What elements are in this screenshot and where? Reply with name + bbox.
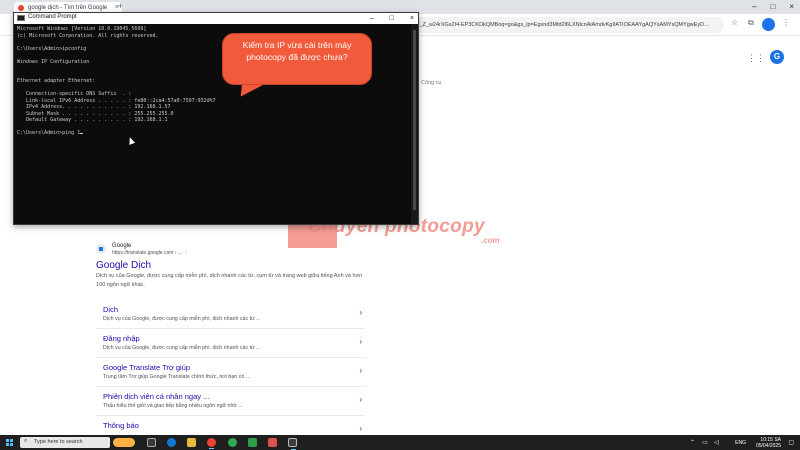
sitelink-tro-giup[interactable]: Google Translate Trợ giúp Trung tâm Trợ … bbox=[96, 358, 366, 387]
maximize-button[interactable]: □ bbox=[770, 0, 775, 14]
annotation-speech-bubble: Kiểm tra IP vừa cài trên máy photocopy đ… bbox=[222, 33, 372, 104]
bookmark-star-icon[interactable]: ☆ bbox=[731, 18, 738, 27]
console-icon bbox=[17, 15, 25, 21]
chevron-right-icon: › bbox=[359, 424, 362, 433]
language-indicator[interactable]: ENG bbox=[735, 440, 746, 446]
sitelink-desc: Dịch vụ của Google, được cung cấp miễn p… bbox=[103, 345, 261, 351]
windows-start-icon[interactable] bbox=[6, 439, 13, 446]
sitelink-phien-dich[interactable]: Phiên dịch viên cá nhân ngay ... Thấu hi… bbox=[96, 387, 366, 416]
widgets-icon[interactable] bbox=[113, 438, 135, 447]
minimize-button[interactable]: – bbox=[752, 0, 756, 14]
sitelink-title[interactable]: Đăng nhập bbox=[103, 334, 140, 343]
cmd-title: Command Prompt bbox=[28, 14, 77, 20]
more-options-icon[interactable]: ⋮ bbox=[183, 250, 188, 256]
text-caret bbox=[80, 133, 84, 134]
result-site-url: https://translate.google.com › ... ⋮ bbox=[112, 250, 189, 256]
google-account-avatar[interactable]: G bbox=[770, 50, 784, 64]
cmd-titlebar[interactable]: Command Prompt – □ × bbox=[14, 13, 418, 24]
new-tab-button[interactable]: + bbox=[118, 1, 123, 11]
sitelink-title[interactable]: Phiên dịch viên cá nhân ngay ... bbox=[103, 392, 209, 401]
watermark-suffix: .com bbox=[481, 236, 500, 245]
chevron-right-icon: › bbox=[359, 337, 362, 346]
chevron-right-icon: › bbox=[359, 308, 362, 317]
sitelink-dich[interactable]: Dịch Dịch vụ của Google, được cung cấp m… bbox=[96, 300, 366, 329]
search-icon: ⌕ bbox=[24, 438, 28, 444]
sitelinks-list: Dịch Dịch vụ của Google, được cung cấp m… bbox=[96, 300, 366, 445]
task-view-icon[interactable] bbox=[147, 438, 156, 447]
sitelink-title[interactable]: Google Translate Trợ giúp bbox=[103, 363, 190, 372]
chrome-alt-icon[interactable] bbox=[228, 438, 237, 447]
cmd-close-button[interactable]: × bbox=[410, 13, 414, 24]
profile-avatar[interactable] bbox=[762, 18, 775, 31]
app-red-icon[interactable] bbox=[268, 438, 277, 447]
bubble-text: Kiểm tra IP vừa cài trên máy photocopy đ… bbox=[242, 40, 352, 62]
menu-kebab-icon[interactable]: ⋮ bbox=[782, 18, 790, 27]
notification-icon[interactable]: ▢ bbox=[788, 439, 794, 446]
tray-chevron-up-icon[interactable]: ⌃ bbox=[690, 439, 695, 446]
sitelink-title[interactable]: Dịch bbox=[103, 305, 118, 314]
cmd-scrollbar[interactable] bbox=[411, 24, 418, 224]
address-bar[interactable]: …v=_Z_w24rXGs2I4-EP3CKDkQMBoq=go&gs_lp=E… bbox=[402, 17, 724, 33]
cmd-input[interactable]: C:\Users\Admin>ping 1 bbox=[17, 130, 80, 136]
result-title-link[interactable]: Google Dịch bbox=[96, 260, 151, 271]
taskbar-search-placeholder: Type here to search bbox=[34, 439, 83, 445]
cmd-prompt-line[interactable]: C:\Users\Admin>ping 1 bbox=[17, 130, 407, 137]
tools-tab[interactable]: Công cụ bbox=[421, 80, 442, 86]
translate-favicon-icon bbox=[96, 244, 106, 254]
close-button[interactable]: × bbox=[789, 0, 794, 14]
chevron-right-icon: › bbox=[359, 395, 362, 404]
tab-title: google dịch - Tìm trên Google bbox=[28, 5, 108, 11]
cmd-scroll-thumb[interactable] bbox=[413, 30, 416, 210]
file-explorer-icon[interactable] bbox=[187, 438, 196, 447]
command-prompt-icon[interactable] bbox=[288, 438, 297, 450]
clock[interactable]: 10:15 SA 05/04/2025 bbox=[756, 437, 781, 449]
app-green-icon[interactable] bbox=[248, 438, 257, 447]
cmd-minimize-button[interactable]: – bbox=[370, 13, 374, 24]
chrome-icon[interactable] bbox=[207, 438, 216, 449]
network-icon[interactable]: ▭ bbox=[702, 439, 708, 446]
sitelink-desc: Thấu hiểu thế giới và giao tiếp bằng nhi… bbox=[103, 403, 243, 409]
result-site-name: Google bbox=[112, 243, 132, 249]
google-favicon-icon bbox=[18, 5, 24, 11]
sitelink-dang-nhap[interactable]: Đăng nhập Dịch vụ của Google, được cung … bbox=[96, 329, 366, 358]
sitelink-title[interactable]: Thông báo bbox=[103, 421, 139, 430]
taskbar-search[interactable]: ⌕ Type here to search bbox=[20, 437, 110, 448]
extensions-icon[interactable]: ⧉ bbox=[748, 18, 754, 28]
edge-icon[interactable] bbox=[167, 438, 176, 447]
apps-grid-icon[interactable]: ⋮⋮ bbox=[747, 53, 765, 64]
result-snippet: Dịch vụ của Google, được cung cấp miễn p… bbox=[96, 273, 363, 288]
chevron-right-icon: › bbox=[359, 366, 362, 375]
browser-window-controls: – □ × bbox=[752, 0, 794, 14]
volume-icon[interactable]: ◁ bbox=[714, 439, 719, 446]
sitelink-desc: Dịch vụ của Google, được cung cấp miễn p… bbox=[103, 316, 261, 322]
windows-taskbar: ⌕ Type here to search ⌃ ▭ ◁ ENG 10:15 SA… bbox=[0, 435, 800, 450]
cmd-window-controls: – □ × bbox=[370, 13, 414, 24]
cmd-maximize-button[interactable]: □ bbox=[390, 13, 394, 24]
clock-date: 05/04/2025 bbox=[755, 443, 781, 449]
sitelink-desc: Trung tâm Trợ giúp Google Translate chín… bbox=[103, 374, 251, 380]
